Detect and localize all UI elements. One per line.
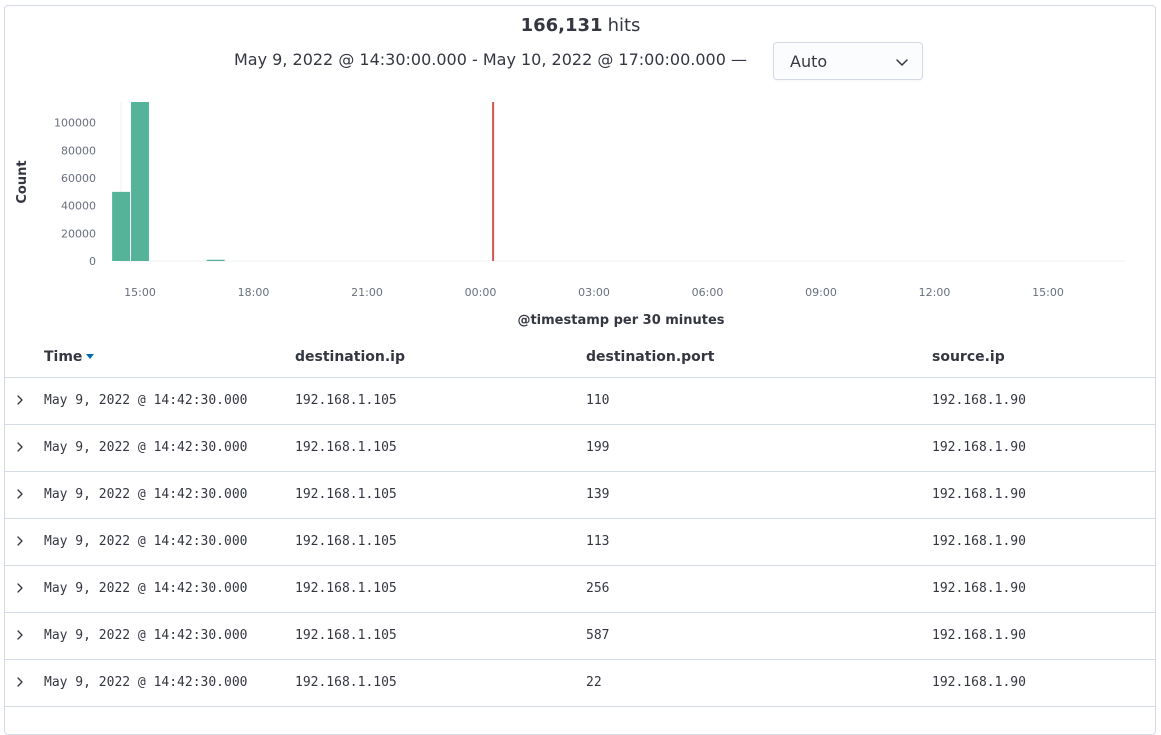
- cell-time: May 9, 2022 @ 14:42:30.000: [44, 440, 248, 455]
- cell-source-ip: 192.168.1.90: [932, 534, 1026, 549]
- chevron-right-icon[interactable]: [12, 674, 28, 690]
- table-row[interactable]: May 9, 2022 @ 14:42:30.000 192.168.1.105 2…: [4, 566, 1156, 613]
- table-row[interactable]: May 9, 2022 @ 14:42:30.000 192.168.1.105 1…: [4, 519, 1156, 566]
- chevron-right-icon[interactable]: [12, 627, 28, 643]
- y-tick-label: 100000: [54, 117, 96, 130]
- chevron-right-icon[interactable]: [12, 439, 28, 455]
- cell-source-ip: 192.168.1.90: [932, 675, 1026, 690]
- time-range: May 9, 2022 @ 14:30:00.000 - May 10, 202…: [234, 50, 747, 69]
- cell-destination-port: 139: [586, 487, 610, 502]
- x-tick-label: 06:00: [692, 286, 724, 299]
- histogram-bar: [131, 102, 149, 261]
- x-tick-label: 12:00: [919, 286, 951, 299]
- hits-label: hits: [607, 15, 641, 36]
- cell-destination-port: 256: [586, 581, 610, 596]
- cell-destination-port: 110: [586, 393, 610, 408]
- x-tick-label: 21:00: [351, 286, 383, 299]
- column-header-time[interactable]: Time: [44, 348, 95, 366]
- x-axis-title: @timestamp per 30 minutes: [517, 313, 724, 328]
- column-header-source-ip[interactable]: source.ip: [932, 348, 1005, 366]
- y-axis-title: Count: [15, 160, 30, 203]
- cell-destination-port: 587: [586, 628, 610, 643]
- x-tick-label: 15:00: [124, 286, 156, 299]
- x-tick-label: 09:00: [805, 286, 837, 299]
- table-row[interactable]: May 9, 2022 @ 14:42:30.000 192.168.1.105 2…: [4, 660, 1156, 707]
- interval-value: Auto: [790, 52, 828, 71]
- table-row[interactable]: May 9, 2022 @ 14:42:30.000 192.168.1.105 5…: [4, 613, 1156, 660]
- table-row[interactable]: May 9, 2022 @ 14:42:30.000 192.168.1.105 1…: [4, 472, 1156, 519]
- table-row[interactable]: May 9, 2022 @ 14:42:30.000 192.168.1.105 1…: [4, 425, 1156, 472]
- y-tick-label: 0: [89, 255, 96, 268]
- cell-source-ip: 192.168.1.90: [932, 581, 1026, 596]
- cell-destination-ip: 192.168.1.105: [295, 675, 397, 690]
- cell-time: May 9, 2022 @ 14:42:30.000: [44, 534, 248, 549]
- chevron-right-icon[interactable]: [12, 486, 28, 502]
- table-row[interactable]: May 9, 2022 @ 14:42:30.000 192.168.1.105 1…: [4, 378, 1156, 425]
- x-tick-label: 18:00: [238, 286, 270, 299]
- x-tick-label: 00:00: [465, 286, 497, 299]
- cell-destination-ip: 192.168.1.105: [295, 440, 397, 455]
- y-tick-label: 60000: [61, 172, 96, 185]
- column-header-time-label: Time: [44, 349, 83, 365]
- hits-summary: 166,131 hits: [0, 14, 1161, 38]
- cell-destination-port: 113: [586, 534, 610, 549]
- cell-time: May 9, 2022 @ 14:42:30.000: [44, 675, 248, 690]
- cell-time: May 9, 2022 @ 14:42:30.000: [44, 487, 248, 502]
- column-header-destination-port[interactable]: destination.port: [586, 348, 714, 366]
- interval-select[interactable]: Auto: [773, 42, 923, 80]
- cell-destination-ip: 192.168.1.105: [295, 487, 397, 502]
- x-tick-label: 15:00: [1032, 286, 1064, 299]
- y-tick-label: 20000: [61, 227, 96, 240]
- cell-destination-ip: 192.168.1.105: [295, 534, 397, 549]
- chevron-right-icon[interactable]: [12, 580, 28, 596]
- cell-time: May 9, 2022 @ 14:42:30.000: [44, 628, 248, 643]
- chevron-right-icon[interactable]: [12, 392, 28, 408]
- cell-source-ip: 192.168.1.90: [932, 440, 1026, 455]
- cell-time: May 9, 2022 @ 14:42:30.000: [44, 393, 248, 408]
- cell-source-ip: 192.168.1.90: [932, 628, 1026, 643]
- sort-down-icon[interactable]: [86, 354, 95, 360]
- cell-destination-ip: 192.168.1.105: [295, 581, 397, 596]
- cell-destination-port: 199: [586, 440, 610, 455]
- chevron-right-icon[interactable]: [12, 533, 28, 549]
- cell-destination-port: 22: [586, 675, 602, 690]
- column-header-destination-ip[interactable]: destination.ip: [295, 348, 405, 366]
- cell-source-ip: 192.168.1.90: [932, 393, 1026, 408]
- table-header: Time destination.ip destination.port sou…: [4, 337, 1156, 378]
- cell-time: May 9, 2022 @ 14:42:30.000: [44, 581, 248, 596]
- hits-count: 166,131: [520, 15, 603, 36]
- histogram-bar: [112, 191, 131, 261]
- histogram-chart: 0 20000 40000 60000 80000 100000 15:00 18:00 21:…: [15, 102, 1125, 328]
- cell-destination-ip: 192.168.1.105: [295, 628, 397, 643]
- cell-destination-ip: 192.168.1.105: [295, 393, 397, 408]
- y-tick-label: 40000: [61, 200, 96, 213]
- chevron-down-icon: [896, 59, 908, 66]
- cell-source-ip: 192.168.1.90: [932, 487, 1026, 502]
- x-tick-label: 03:00: [578, 286, 610, 299]
- histogram-bar: [206, 259, 225, 261]
- y-tick-label: 80000: [61, 144, 96, 157]
